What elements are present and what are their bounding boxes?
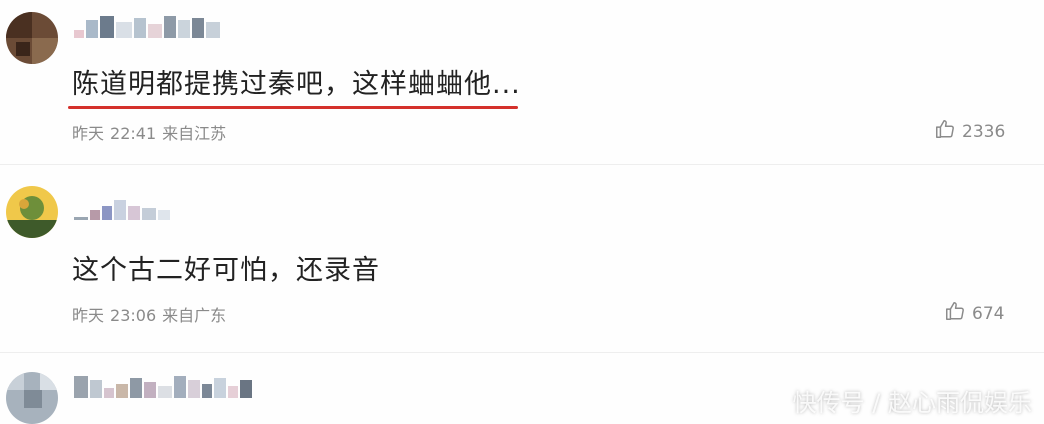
username-blurred[interactable] xyxy=(74,196,170,220)
comment-item: 这个古二好可怕，还录音 昨天 23:06 来自广东 674 xyxy=(0,170,1044,350)
avatar[interactable] xyxy=(6,12,58,64)
comment-meta: 昨天 22:41 来自江苏 xyxy=(72,120,232,144)
comment-page: 陈道明都提携过秦吧，这样蛐蛐他... 昨天 22:41 来自江苏 2336 这个… xyxy=(0,0,1044,424)
avatar[interactable] xyxy=(6,372,58,424)
avatar[interactable] xyxy=(6,186,58,238)
comment-time: 23:06 xyxy=(110,306,157,325)
username-blurred[interactable] xyxy=(74,14,220,38)
like-count: 2336 xyxy=(962,121,1006,142)
like-button[interactable]: 2336 xyxy=(934,118,1005,145)
comment-text: 这个古二好可怕，还录音 xyxy=(72,255,380,286)
like-button[interactable]: 674 xyxy=(944,300,1004,327)
comment-meta: 昨天 23:06 来自广东 xyxy=(72,302,232,326)
comment-divider xyxy=(0,352,1044,353)
comment-divider xyxy=(0,164,1044,165)
comment-location: 来自广东 xyxy=(162,306,227,325)
comment-day: 昨天 xyxy=(72,124,105,143)
thumbs-up-icon[interactable] xyxy=(934,118,956,145)
thumbs-up-icon[interactable] xyxy=(944,300,966,327)
like-count: 674 xyxy=(972,303,1005,324)
highlight-underline xyxy=(68,106,518,109)
comment-location: 来自江苏 xyxy=(162,124,227,143)
comment-item: 陈道明都提携过秦吧，这样蛐蛐他... 昨天 22:41 来自江苏 2336 xyxy=(0,0,1044,160)
comment-time: 22:41 xyxy=(110,124,157,143)
comment-day: 昨天 xyxy=(72,306,105,325)
watermark: 快传号 / 赵心雨侃娱乐 xyxy=(792,389,1032,417)
username-blurred[interactable] xyxy=(74,374,252,398)
comment-text: 陈道明都提携过秦吧，这样蛐蛐他... xyxy=(72,69,521,100)
